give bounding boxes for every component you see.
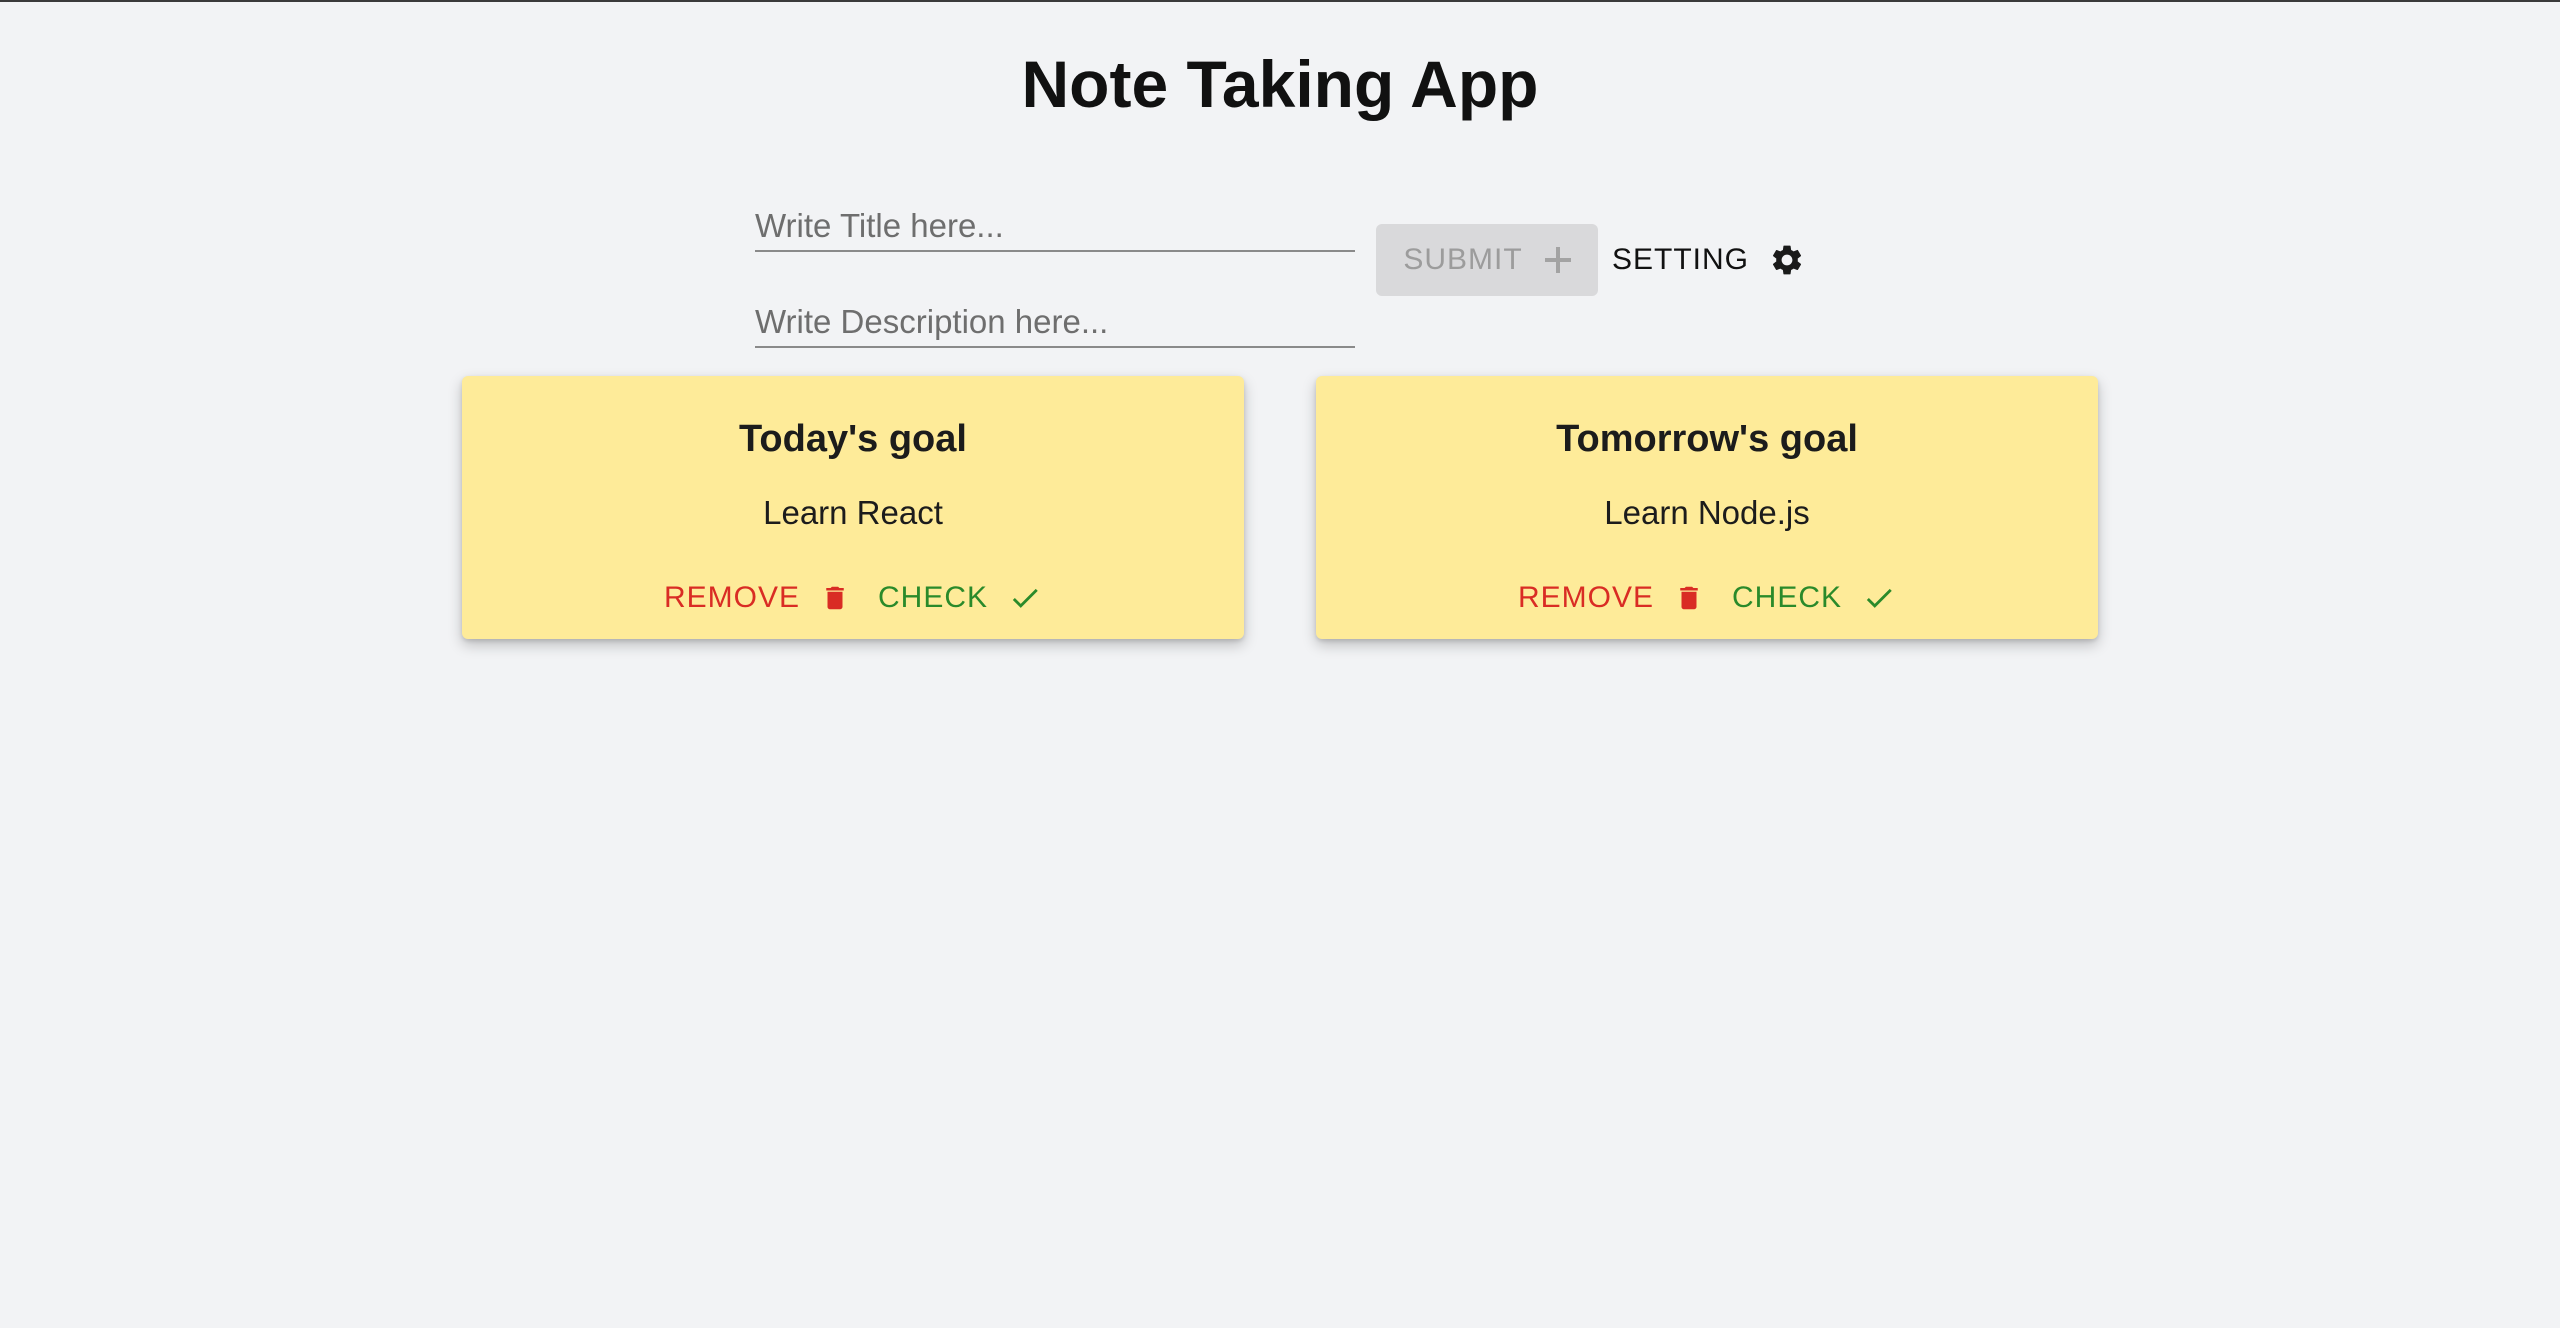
description-field[interactable] [755, 298, 1355, 348]
remove-label: REMOVE [663, 581, 800, 614]
trash-icon [820, 581, 850, 615]
note-card: Tomorrow's goal Learn Node.js REMOVE CHE… [1316, 376, 2098, 639]
note-title: Tomorrow's goal [1556, 418, 1858, 460]
setting-button[interactable]: SETTING [1612, 224, 1805, 296]
gear-icon [1769, 242, 1805, 278]
checkmark-icon [1008, 581, 1042, 615]
plus-icon [1544, 247, 1571, 273]
remove-label: REMOVE [1517, 581, 1654, 614]
remove-button[interactable]: REMOVE [1518, 576, 1704, 620]
remove-button[interactable]: REMOVE [664, 576, 850, 620]
note-actions: REMOVE CHECK [462, 576, 1244, 620]
checkmark-icon [1862, 581, 1896, 615]
description-input[interactable] [755, 298, 1355, 346]
check-label: CHECK [1732, 581, 1843, 614]
note-description: Learn React [763, 494, 943, 531]
note-actions: REMOVE CHECK [1316, 576, 2098, 620]
page-title: Note Taking App [1021, 47, 1539, 121]
submit-label: SUBMIT [1403, 243, 1523, 276]
check-label: CHECK [878, 581, 989, 614]
setting-label: SETTING [1612, 243, 1750, 276]
submit-button[interactable]: SUBMIT [1376, 224, 1598, 296]
note-description: Learn Node.js [1604, 494, 1810, 531]
trash-icon [1674, 581, 1704, 615]
check-button[interactable]: CHECK [1732, 576, 1896, 620]
check-button[interactable]: CHECK [878, 576, 1042, 620]
title-input[interactable] [755, 202, 1355, 250]
note-card: Today's goal Learn React REMOVE CHECK [462, 376, 1244, 639]
title-field[interactable] [755, 202, 1355, 252]
note-title: Today's goal [739, 418, 967, 460]
